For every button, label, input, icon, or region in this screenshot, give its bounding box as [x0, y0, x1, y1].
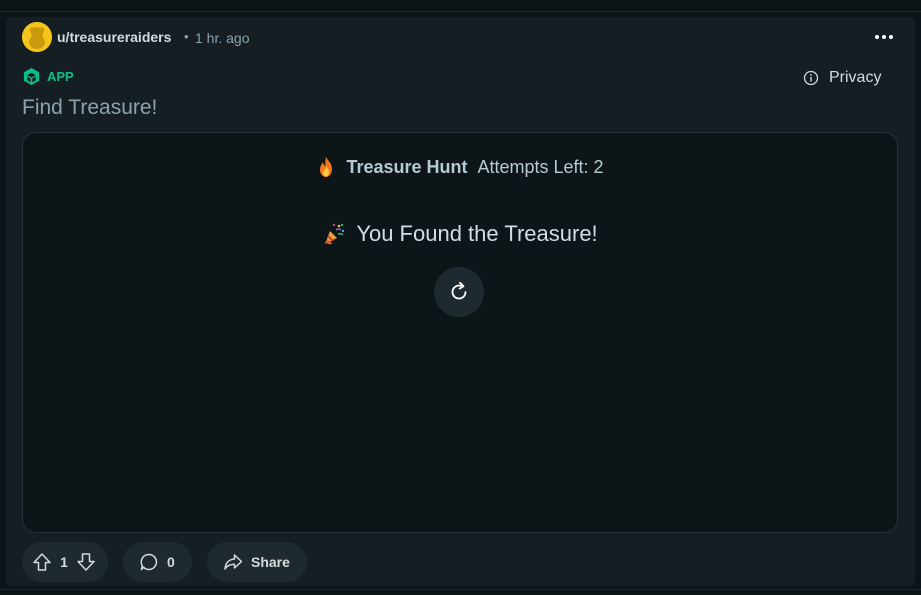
- privacy-button[interactable]: Privacy: [803, 67, 881, 89]
- post-card: u/treasureraiders • 1 hr. ago APP Privac…: [6, 17, 915, 586]
- info-icon: [803, 70, 819, 86]
- app-badge: APP: [22, 66, 74, 86]
- app-embed: Treasure Hunt Attempts Left: 2 You Found…: [22, 132, 898, 533]
- restart-button[interactable]: [434, 267, 484, 317]
- result-text: You Found the Treasure!: [356, 221, 598, 246]
- avatar[interactable]: [22, 22, 52, 52]
- privacy-label: Privacy: [829, 69, 882, 86]
- comment-icon: [140, 553, 158, 571]
- fire-icon: [320, 157, 333, 177]
- downvote-icon[interactable]: [76, 552, 96, 572]
- ellipsis-icon: [875, 35, 893, 39]
- top-divider: [0, 0, 921, 12]
- comment-count: 0: [167, 554, 175, 570]
- post-author[interactable]: u/treasureraiders: [57, 29, 171, 45]
- comments-button[interactable]: 0: [123, 542, 192, 582]
- attempts-label: Attempts Left:: [477, 156, 589, 177]
- share-label: Share: [251, 554, 290, 570]
- post-timestamp: 1 hr. ago: [195, 30, 250, 46]
- bottom-divider: [0, 589, 921, 595]
- party-popper-icon: [325, 223, 345, 245]
- meta-separator: •: [184, 29, 189, 44]
- game-title: Treasure Hunt: [346, 156, 468, 177]
- upvote-icon[interactable]: [32, 552, 52, 572]
- more-options-button[interactable]: [872, 27, 896, 47]
- game-header: Treasure Hunt Attempts Left: 2: [23, 156, 897, 178]
- share-icon: [224, 554, 243, 570]
- result-message: You Found the Treasure!: [23, 221, 897, 247]
- vote-score: 1: [60, 554, 68, 570]
- app-badge-label: APP: [47, 68, 74, 84]
- post-title[interactable]: Find Treasure!: [22, 96, 157, 120]
- user-avatar-icon: [22, 22, 52, 52]
- share-button[interactable]: Share: [207, 542, 307, 582]
- vote-control: 1: [22, 542, 108, 582]
- restart-icon: [451, 281, 467, 300]
- app-cube-icon: [23, 67, 40, 85]
- attempts-value: 2: [593, 156, 604, 177]
